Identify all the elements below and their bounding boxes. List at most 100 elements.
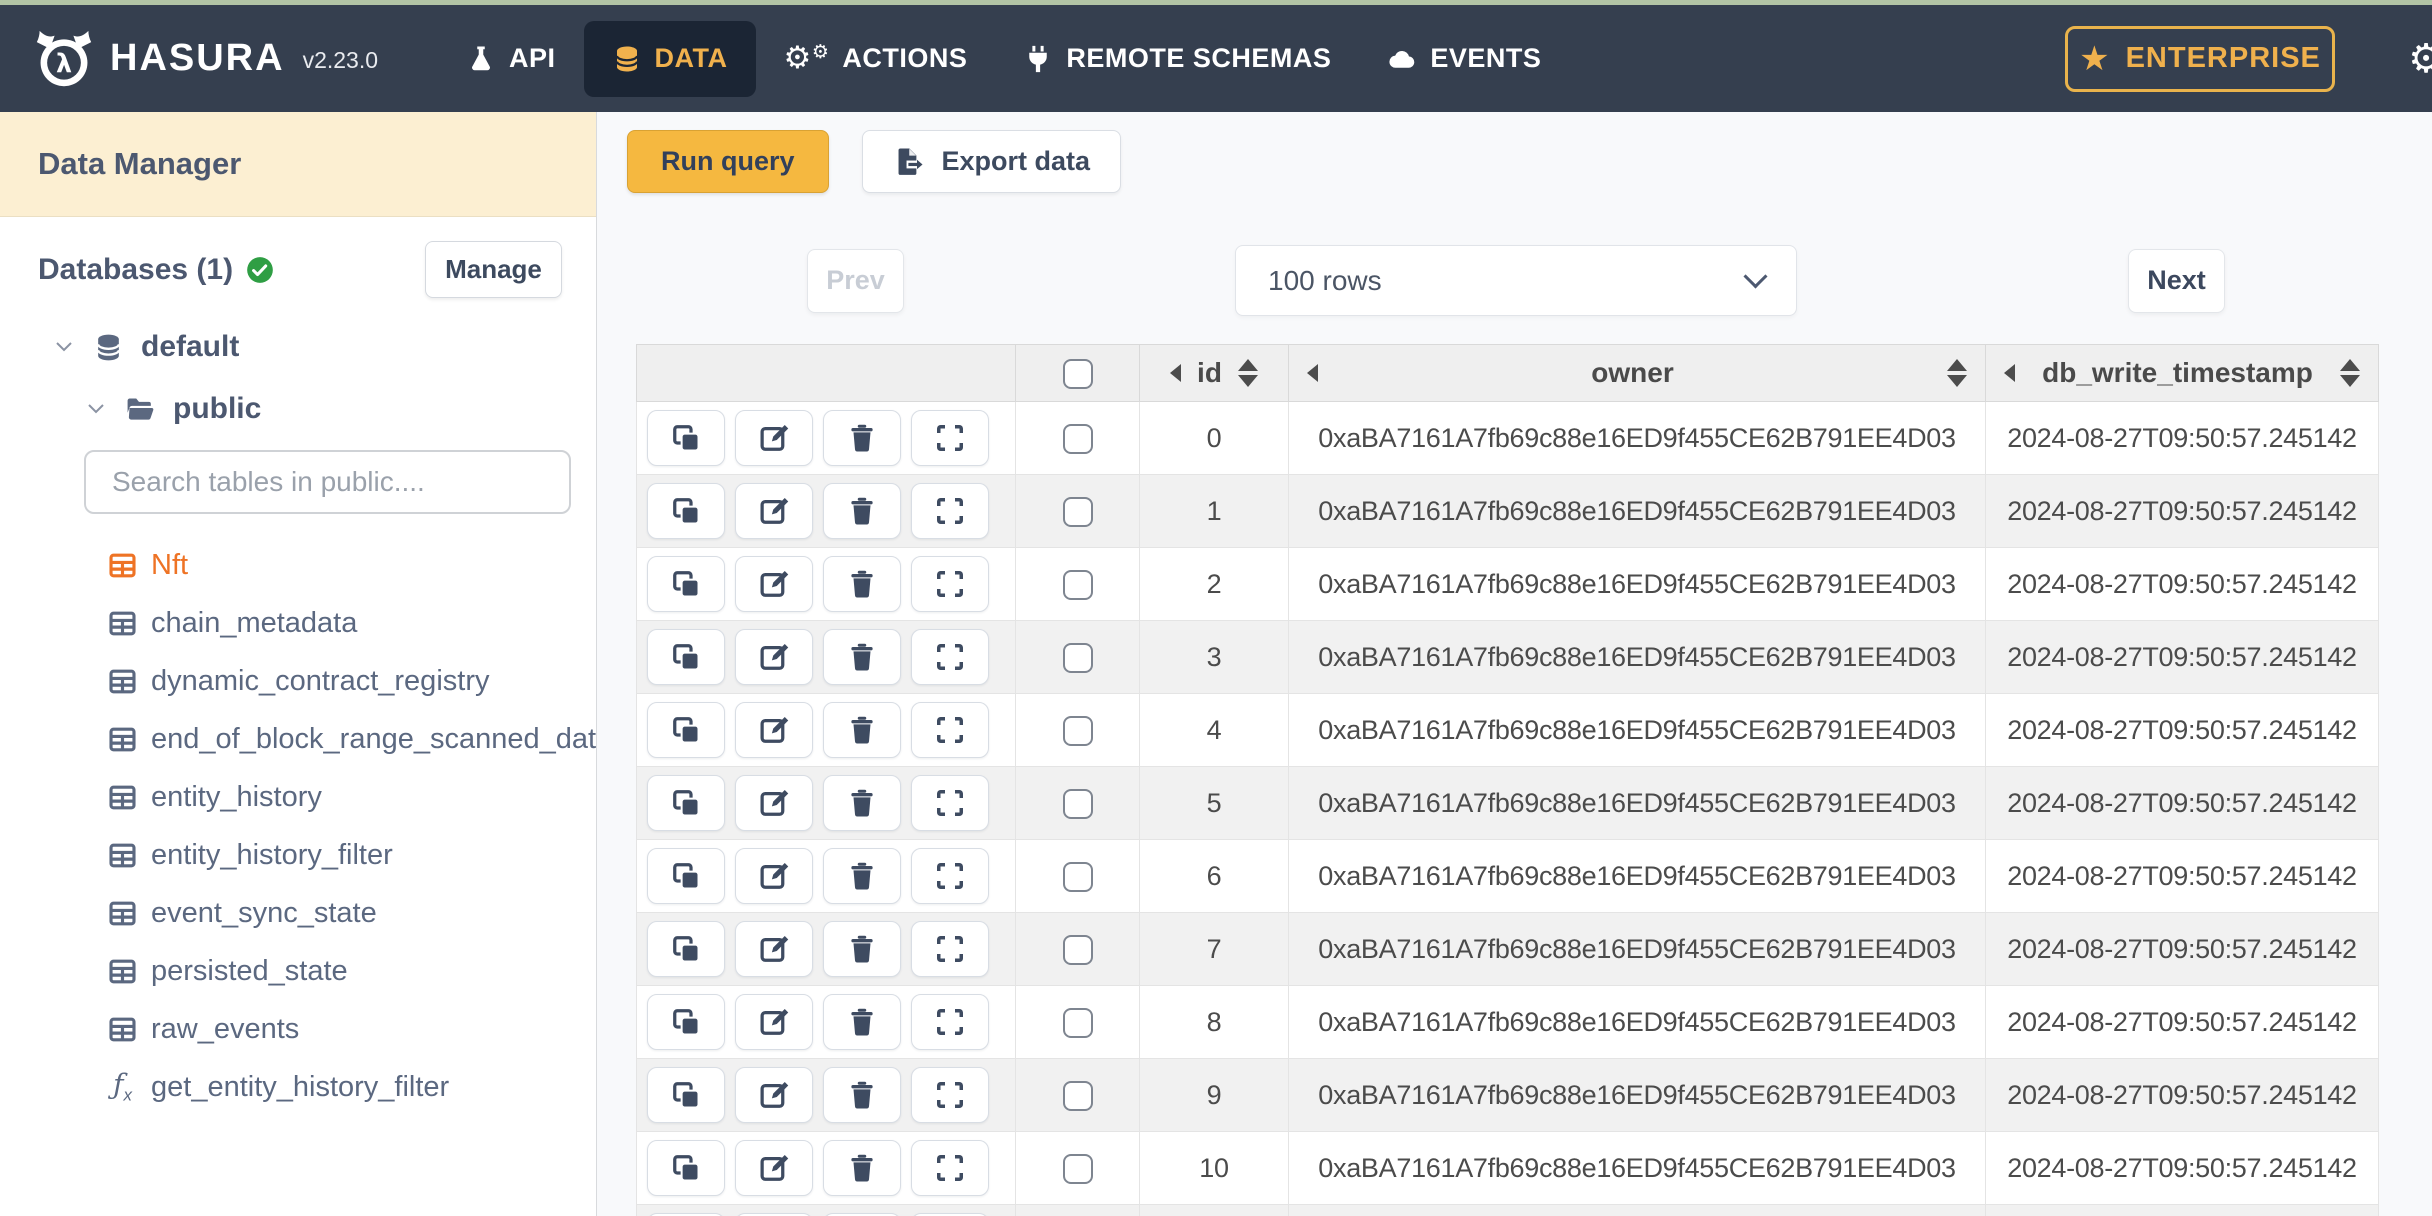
edit-row-button[interactable]: [735, 921, 813, 977]
sidebar-table-dynamic_contract_registry[interactable]: dynamic_contract_registry: [0, 652, 596, 710]
delete-row-button[interactable]: [823, 1140, 901, 1196]
expand-row-button[interactable]: [911, 410, 989, 466]
row-checkbox[interactable]: [1062, 642, 1093, 673]
row-checkbox[interactable]: [1062, 861, 1093, 892]
sidebar-function-get_entity_history_filter[interactable]: ƒx get_entity_history_filter: [0, 1058, 596, 1116]
copy-row-button[interactable]: [647, 775, 725, 831]
row-checkbox[interactable]: [1062, 423, 1093, 454]
search-tables-input[interactable]: [84, 450, 571, 514]
expand-row-button[interactable]: [911, 994, 989, 1050]
pagination-bar: Prev 100 rows Next: [597, 245, 2432, 316]
collapse-column-icon[interactable]: [2004, 364, 2015, 382]
delete-row-button[interactable]: [823, 994, 901, 1050]
delete-row-button[interactable]: [823, 848, 901, 904]
sidebar-table-raw_events[interactable]: raw_events: [0, 1000, 596, 1058]
nav-item-api[interactable]: API: [438, 21, 584, 97]
next-page-button[interactable]: Next: [2128, 248, 2225, 313]
expand-icon: [937, 790, 963, 816]
sidebar-table-chain_metadata[interactable]: chain_metadata: [0, 594, 596, 652]
edit-row-button[interactable]: [735, 629, 813, 685]
run-query-button[interactable]: Run query: [627, 130, 829, 193]
copy-row-button[interactable]: [647, 410, 725, 466]
expand-row-button[interactable]: [911, 921, 989, 977]
prev-page-button[interactable]: Prev: [807, 248, 904, 313]
copy-row-button[interactable]: [647, 848, 725, 904]
delete-row-button[interactable]: [823, 775, 901, 831]
expand-row-button[interactable]: [911, 1140, 989, 1196]
sort-icon[interactable]: [1237, 359, 1258, 387]
expand-row-button[interactable]: [911, 629, 989, 685]
delete-row-button[interactable]: [823, 483, 901, 539]
expand-row-button[interactable]: [911, 1067, 989, 1123]
edit-row-button[interactable]: [735, 848, 813, 904]
delete-row-button[interactable]: [823, 1067, 901, 1123]
edit-row-button[interactable]: [735, 994, 813, 1050]
tree-node-schema[interactable]: public: [0, 378, 596, 440]
sort-icon[interactable]: [2340, 359, 2360, 387]
row-checkbox[interactable]: [1062, 788, 1093, 819]
row-checkbox[interactable]: [1062, 1007, 1093, 1038]
settings-gear-icon[interactable]: ⚙: [2408, 39, 2432, 79]
copy-row-button[interactable]: [647, 994, 725, 1050]
cell-db-write-timestamp: 2024-08-27T09:50:57.245142: [1985, 985, 2379, 1059]
manage-button[interactable]: Manage: [425, 241, 562, 298]
edit-row-button[interactable]: [735, 1140, 813, 1196]
nav-item-events[interactable]: EVENTS: [1359, 21, 1569, 97]
collapse-column-icon[interactable]: [1170, 364, 1182, 382]
delete-row-button[interactable]: [823, 556, 901, 612]
expand-row-button[interactable]: [911, 556, 989, 612]
sidebar-table-entity_history[interactable]: entity_history: [0, 768, 596, 826]
nav-item-data[interactable]: DATA: [583, 20, 756, 97]
edit-row-button[interactable]: [735, 483, 813, 539]
copy-icon: [673, 1155, 700, 1182]
edit-row-button[interactable]: [735, 775, 813, 831]
edit-row-button[interactable]: [735, 702, 813, 758]
copy-row-button[interactable]: [647, 921, 725, 977]
copy-row-button[interactable]: [647, 556, 725, 612]
column-header-id[interactable]: id: [1139, 344, 1289, 402]
row-checkbox[interactable]: [1062, 1080, 1093, 1111]
select-all-checkbox[interactable]: [1062, 359, 1093, 390]
delete-row-button[interactable]: [823, 629, 901, 685]
collapse-column-icon[interactable]: [1307, 364, 1318, 382]
sidebar-table-event_sync_state[interactable]: event_sync_state: [0, 884, 596, 942]
cell-id: 1: [1139, 474, 1289, 548]
delete-row-button[interactable]: [823, 410, 901, 466]
delete-row-button[interactable]: [823, 921, 901, 977]
row-checkbox[interactable]: [1062, 496, 1093, 527]
edit-row-button[interactable]: [735, 556, 813, 612]
row-checkbox[interactable]: [1062, 1153, 1093, 1184]
tree-node-database[interactable]: default: [0, 316, 596, 378]
delete-row-button[interactable]: [823, 702, 901, 758]
row-checkbox[interactable]: [1062, 569, 1093, 600]
cell-db-write-timestamp: 2024-08-27T09:50:57.245142: [1985, 474, 2379, 548]
sidebar-table-persisted_state[interactable]: persisted_state: [0, 942, 596, 1000]
expand-row-button[interactable]: [911, 775, 989, 831]
copy-row-button[interactable]: [647, 702, 725, 758]
column-header-db-write-timestamp[interactable]: db_write_timestamp: [1985, 344, 2379, 402]
nav-item-actions[interactable]: ⚙⚙ ACTIONS: [756, 21, 996, 97]
export-data-button[interactable]: Export data: [861, 130, 1122, 193]
nav-item-remote-schemas[interactable]: REMOTE SCHEMAS: [995, 21, 1359, 97]
column-header-owner[interactable]: owner: [1288, 344, 1986, 402]
expand-icon: [937, 1009, 963, 1035]
page-size-select[interactable]: 100 rows: [1235, 245, 1797, 316]
copy-row-button[interactable]: [647, 483, 725, 539]
expand-row-button[interactable]: [911, 483, 989, 539]
sort-icon[interactable]: [1947, 359, 1967, 387]
expand-row-button[interactable]: [911, 848, 989, 904]
enterprise-button[interactable]: ★ ENTERPRISE: [2065, 25, 2335, 92]
sidebar-table-Nft[interactable]: Nft: [0, 536, 596, 594]
copy-row-button[interactable]: [647, 1067, 725, 1123]
row-checkbox[interactable]: [1062, 715, 1093, 746]
copy-row-button[interactable]: [647, 1140, 725, 1196]
copy-row-button[interactable]: [647, 629, 725, 685]
brand[interactable]: λ HASURA v2.23.0: [34, 29, 378, 89]
row-checkbox[interactable]: [1062, 934, 1093, 965]
expand-row-button[interactable]: [911, 702, 989, 758]
edit-row-button[interactable]: [735, 410, 813, 466]
file-export-icon: [898, 147, 925, 175]
sidebar-table-end_of_block_range_scanned_data[interactable]: end_of_block_range_scanned_data: [0, 710, 612, 768]
edit-row-button[interactable]: [735, 1067, 813, 1123]
sidebar-table-entity_history_filter[interactable]: entity_history_filter: [0, 826, 596, 884]
